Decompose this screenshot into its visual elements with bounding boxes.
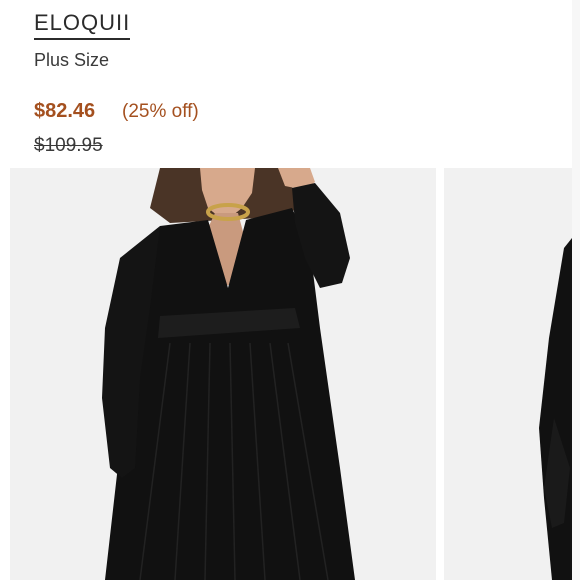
size-category: Plus Size [34,50,110,70]
edge-strip [572,0,580,580]
discount-badge: (25% off) [122,101,199,122]
original-price: $109.95 [34,135,103,156]
product-header: ELOQUII Plus Size $82.46 (25% off) $109.… [0,0,580,168]
product-image-next[interactable] [444,168,580,580]
sale-price: $82.46 [34,100,96,122]
product-image-main[interactable] [10,168,436,580]
dress-photo [10,168,436,580]
brand-link[interactable]: ELOQUII [34,10,131,40]
dress-photo-partial [444,168,580,580]
